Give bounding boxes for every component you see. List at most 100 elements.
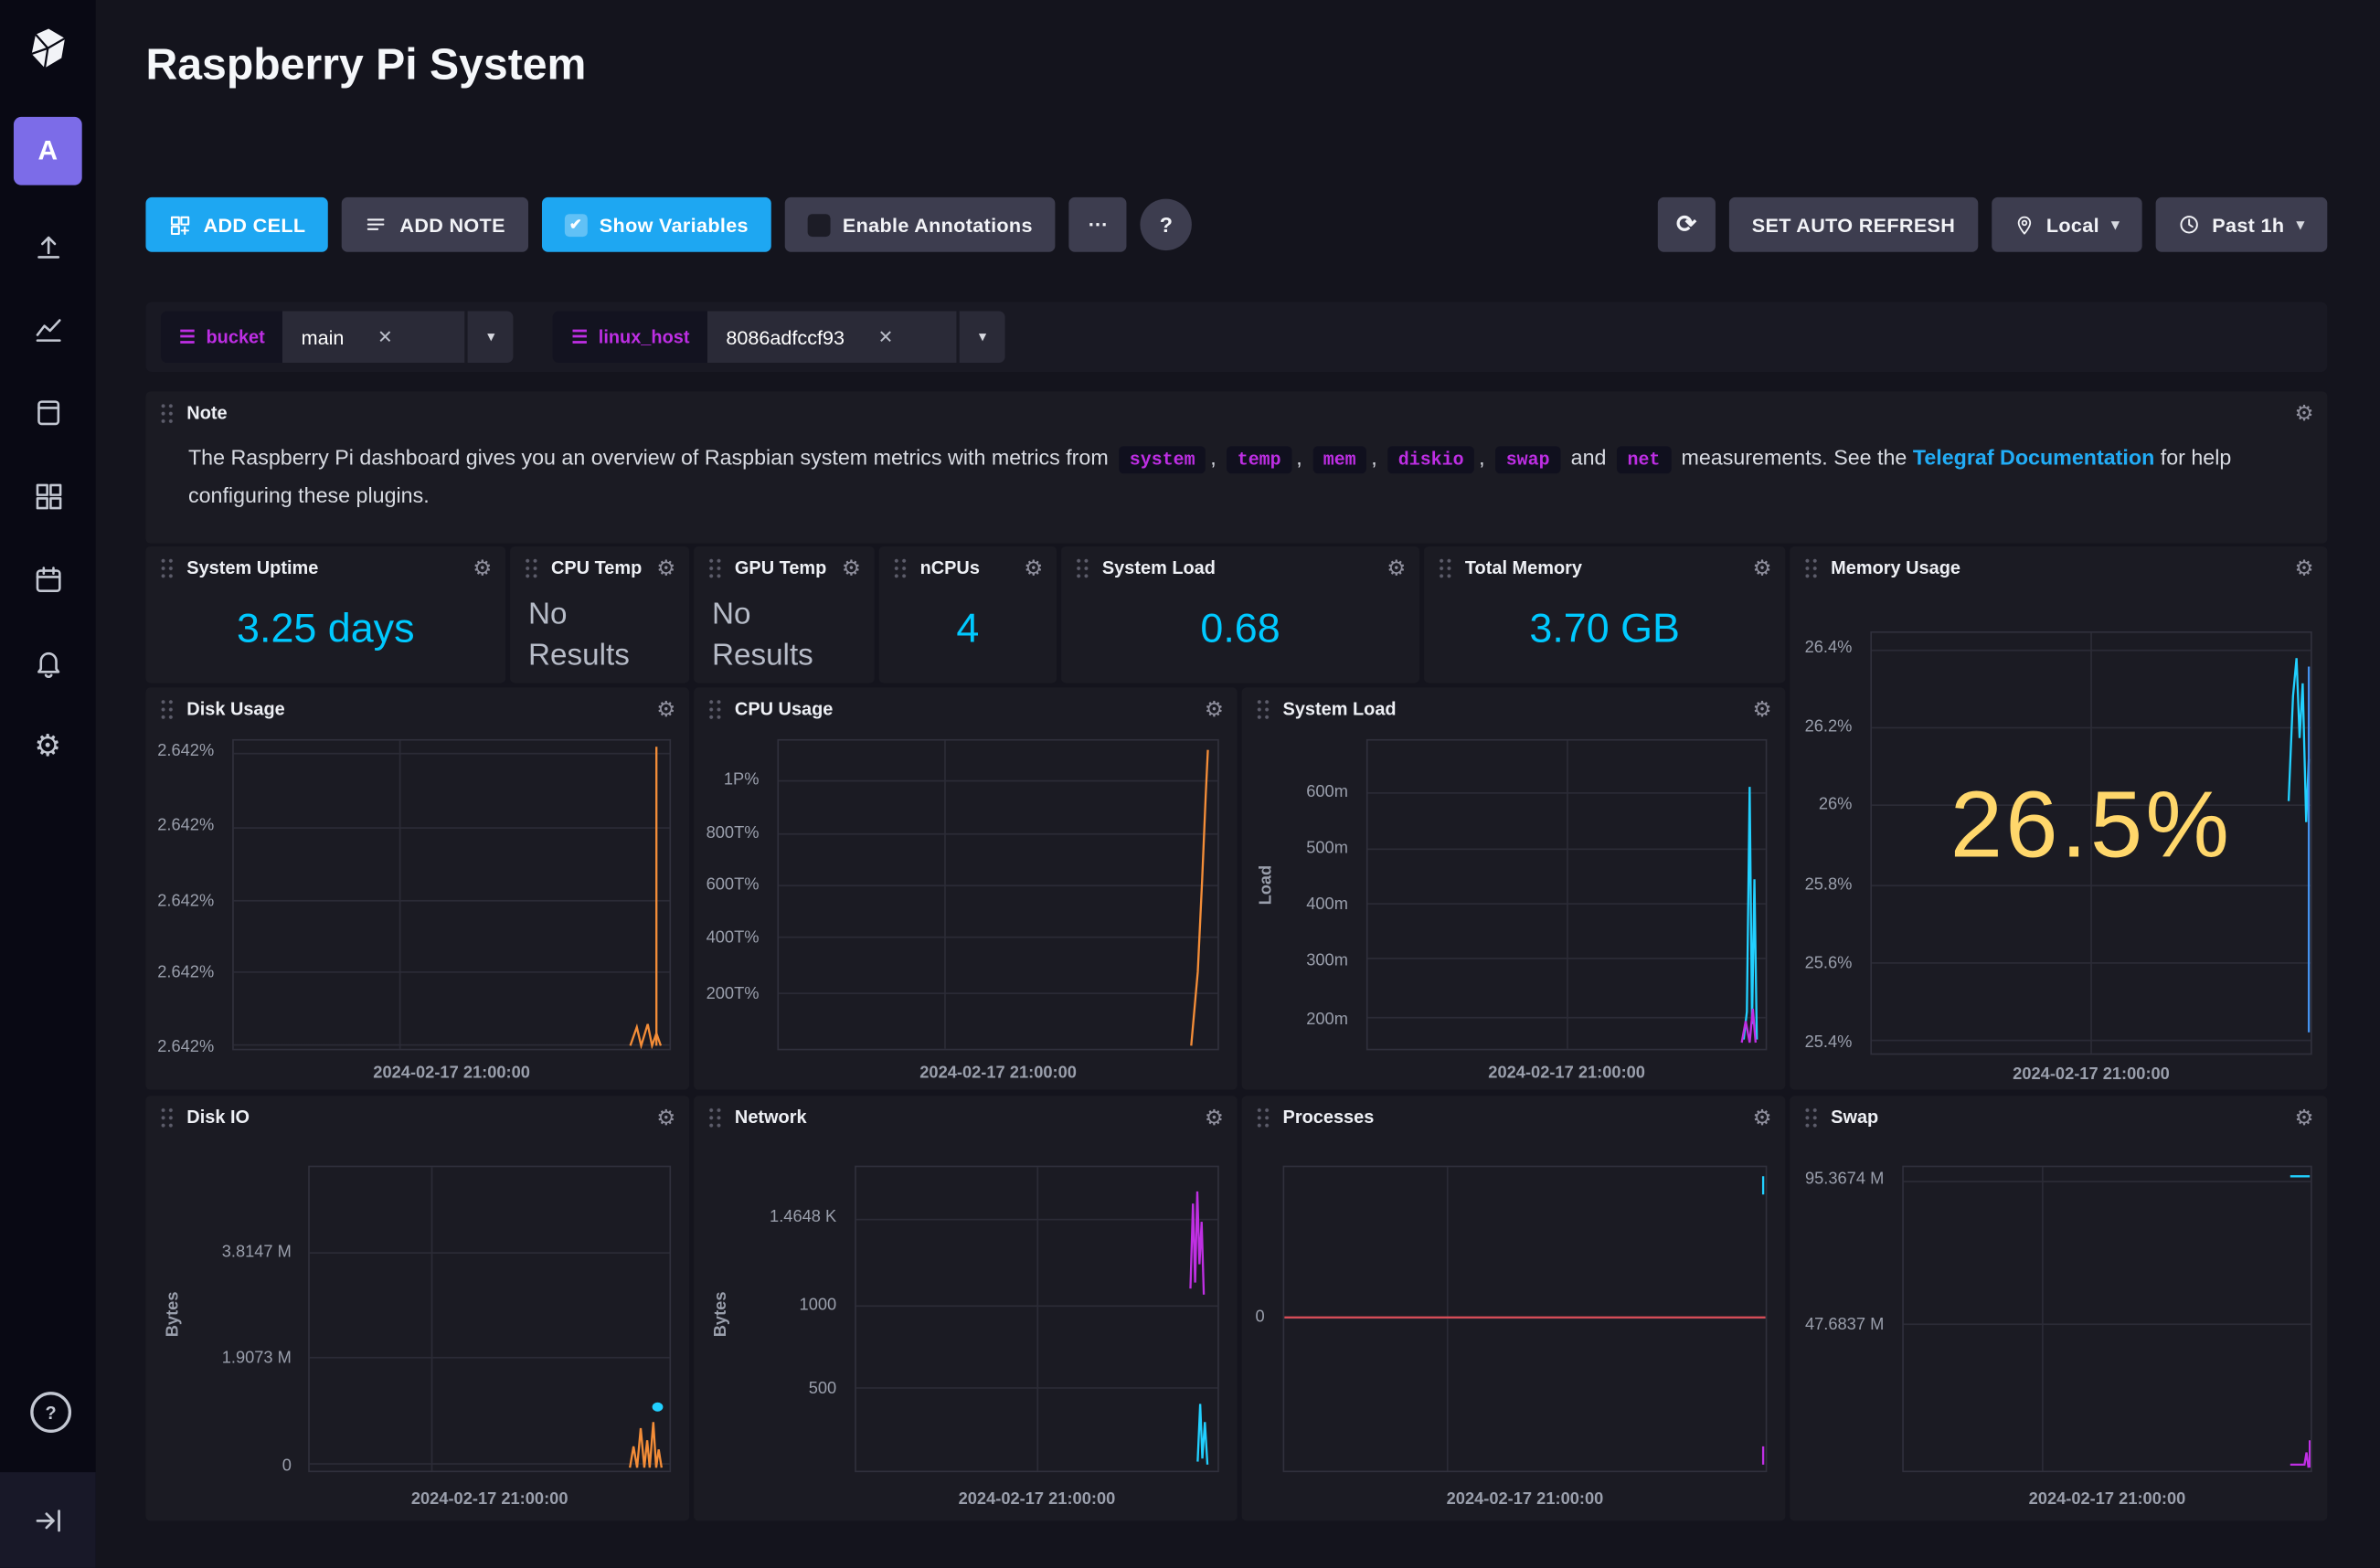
variable-name: linux_host [599,326,690,347]
sidebar-expand-button[interactable] [0,1472,96,1568]
gear-icon[interactable]: ⚙ [656,698,675,719]
variable-linux-host-value[interactable]: 8086adfccf93 ✕ [707,312,956,363]
chevron-down-icon: ▾ [487,329,494,345]
variable-bucket-value[interactable]: main ✕ [283,312,465,363]
drag-handle-icon[interactable] [707,1106,723,1128]
drag-handle-icon[interactable] [159,401,175,424]
drag-handle-icon[interactable] [1256,1106,1271,1128]
drag-handle-icon[interactable] [1075,556,1090,579]
x-axis-label: 2024-02-17 21:00:00 [308,1490,671,1509]
plot-area[interactable] [1902,1166,2311,1473]
gear-icon[interactable]: ⚙ [1205,698,1224,719]
variable-name: bucket [207,326,265,347]
cell-title: System Load [1102,557,1216,578]
gear-icon[interactable]: ⚙ [473,557,492,578]
drag-handle-icon[interactable] [893,556,908,579]
variable-bucket-caret[interactable]: ▾ [468,312,514,363]
y-axis: 95.3674 M 47.6837 M [1790,1166,1893,1473]
y-tick: 95.3674 M [1805,1171,1884,1189]
show-variables-toggle[interactable]: ✔ Show Variables [542,197,771,252]
gear-icon[interactable]: ⚙ [2294,402,2313,423]
gear-icon[interactable]: ⚙ [656,557,675,578]
drag-handle-icon[interactable] [1438,556,1453,579]
drag-handle-icon[interactable] [159,697,175,720]
add-cell-button[interactable]: ADD CELL [145,197,328,252]
separator: , [1296,445,1302,470]
plot-area[interactable]: 26.5% [1870,631,2311,1054]
cell-swap: Swap ⚙ 95.3674 M 47.6837 M 2024-02-17 21… [1790,1096,2327,1520]
sidebar-item-load-data[interactable] [0,228,96,267]
sidebar-help-button[interactable]: ? [30,1392,71,1433]
time-range-label: Past 1h [2212,213,2284,236]
add-cell-label: ADD CELL [204,213,306,236]
help-button[interactable]: ? [1141,199,1192,250]
drag-handle-icon[interactable] [1803,1106,1819,1128]
drag-handle-icon[interactable] [159,556,175,579]
variable-bucket-label[interactable]: ☰ bucket [161,312,283,363]
sidebar-item-data-explorer[interactable] [0,310,96,349]
refresh-button[interactable]: ⟳ [1658,197,1716,252]
variable-linux-host-label[interactable]: ☰ linux_host [553,312,707,363]
plot-area[interactable] [777,739,1218,1051]
plot-area[interactable] [1366,739,1768,1051]
drag-handle-icon[interactable] [707,556,723,579]
gear-icon[interactable]: ⚙ [1753,557,1772,578]
cell-total-memory: Total Memory ⚙ 3.70 GB [1424,546,1785,683]
enable-annotations-label: Enable Annotations [843,213,1033,236]
gear-icon[interactable]: ⚙ [1753,698,1772,719]
cell-disk-usage: Disk Usage ⚙ 2.642% 2.642% 2.642% 2.642%… [145,687,689,1089]
cell-ncpus: nCPUs ⚙ 4 [879,546,1057,683]
org-avatar[interactable]: A [14,117,82,185]
more-options-button[interactable]: ⋯ [1069,197,1127,252]
add-note-button[interactable]: ADD NOTE [342,197,527,252]
close-icon[interactable]: ✕ [878,326,894,347]
timezone-label: Local [2046,213,2099,236]
enable-annotations-toggle[interactable]: Enable Annotations [785,197,1056,252]
telegraf-documentation-link[interactable]: Telegraf Documentation [1913,445,2154,470]
plot-area[interactable] [232,739,671,1051]
drag-handle-icon[interactable] [707,697,723,720]
y-tick: 47.6837 M [1805,1316,1884,1334]
influxdata-logo[interactable] [0,0,96,96]
drag-handle-icon[interactable] [524,556,539,579]
set-auto-refresh-button[interactable]: SET AUTO REFRESH [1729,197,1978,252]
expand-sidebar-icon [31,1503,65,1537]
sidebar-item-notebooks[interactable] [0,393,96,432]
plot-area[interactable] [1283,1166,1768,1473]
y-tick: 500m [1306,839,1348,857]
drag-handle-icon[interactable] [159,1106,175,1128]
gear-icon[interactable]: ⚙ [1205,1107,1224,1128]
drag-handle-icon[interactable] [1803,556,1819,579]
separator: , [1479,445,1484,470]
plot-area[interactable] [855,1166,1219,1473]
gear-icon[interactable]: ⚙ [842,557,861,578]
gear-icon[interactable]: ⚙ [1753,1107,1772,1128]
refresh-icon: ⟳ [1676,209,1697,239]
stat-value: 3.70 GB [1424,588,1785,683]
gear-icon[interactable]: ⚙ [2294,1107,2313,1128]
timezone-dropdown[interactable]: Local ▾ [1992,197,2142,252]
cell-header: Note ⚙ [145,392,2327,435]
sidebar-item-dashboards[interactable] [0,477,96,516]
sidebar-item-settings[interactable]: ⚙ [0,726,96,765]
close-icon[interactable]: ✕ [377,326,393,347]
gear-icon[interactable]: ⚙ [656,1107,675,1128]
y-axis: 600m 500m 400m 300m 200m [1279,739,1357,1051]
time-range-dropdown[interactable]: Past 1h ▾ [2156,197,2328,252]
gear-icon[interactable]: ⚙ [2294,557,2313,578]
chevron-down-icon: ▾ [2297,217,2305,233]
gear-icon[interactable]: ⚙ [1024,557,1043,578]
plot-area[interactable] [308,1166,671,1473]
variable-linux-host-caret[interactable]: ▾ [960,312,1005,363]
cell-title: GPU Temp [735,557,826,578]
measurement-tag: temp [1227,446,1291,473]
gear-icon[interactable]: ⚙ [1387,557,1406,578]
drag-handle-icon[interactable] [1256,697,1271,720]
y-axis-title: Load [1257,864,1275,905]
series-lines [856,1167,1217,1470]
page-title: Raspberry Pi System [145,41,586,91]
board-icon [31,397,65,430]
sidebar-item-tasks[interactable] [0,560,96,599]
sidebar-item-alerts[interactable] [0,643,96,683]
pin-icon [2014,215,2035,235]
